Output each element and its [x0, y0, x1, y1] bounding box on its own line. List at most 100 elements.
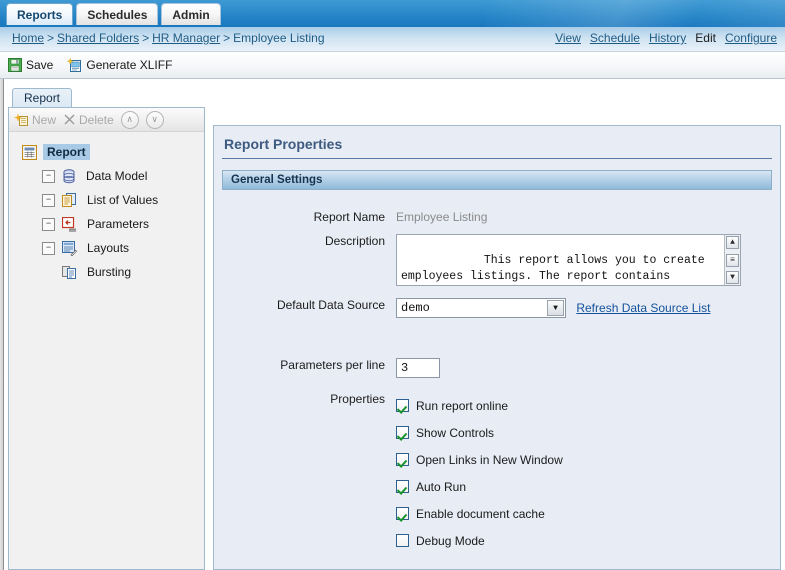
tree-node-report[interactable]: Report [9, 140, 204, 164]
field-row-properties: Properties Run report online Show Contro… [214, 392, 780, 554]
application-window: Reports Schedules Admin Home>Shared Fold… [0, 0, 785, 570]
checkbox-row-auto-run[interactable]: Auto Run [396, 473, 780, 500]
breadcrumb-separator: > [223, 31, 230, 45]
data-source-select[interactable]: demo ▼ [396, 298, 566, 318]
params-per-line-input[interactable]: 3 [396, 358, 440, 378]
action-link-view[interactable]: View [555, 31, 581, 45]
breadcrumb-item-employee-listing: Employee Listing [233, 31, 324, 45]
breadcrumb: Home>Shared Folders>HR Manager>Employee … [12, 31, 325, 45]
checkbox-label: Show Controls [416, 426, 494, 440]
checkbox-label: Enable document cache [416, 507, 545, 521]
action-link-schedule[interactable]: Schedule [590, 31, 640, 45]
tree-node-bursting[interactable]: Bursting [9, 260, 204, 284]
checkbox-row-run-report-online[interactable]: Run report online [396, 392, 780, 419]
description-textarea[interactable]: This report allows you to create employe… [396, 234, 741, 286]
global-tab-schedules[interactable]: Schedules [76, 3, 158, 25]
action-link-edit: Edit [695, 31, 716, 45]
checkbox-row-open-links-new-window[interactable]: Open Links in New Window [396, 446, 780, 473]
checkbox-show-controls[interactable] [396, 426, 409, 439]
left-gutter [0, 79, 4, 570]
tree-expander[interactable]: − [42, 170, 55, 183]
data-source-label: Default Data Source [214, 298, 396, 312]
bursting-icon [62, 265, 77, 280]
tree-delete-button[interactable]: Delete [63, 113, 114, 127]
tree-new-button[interactable]: New [14, 113, 56, 127]
tree-node-label: Layouts [83, 240, 133, 256]
report-name-label: Report Name [214, 210, 396, 224]
parameters-icon [62, 217, 77, 232]
scroll-down-icon[interactable]: ▼ [726, 271, 739, 284]
report-name-value: Employee Listing [396, 210, 487, 224]
field-row-params-per-line: Parameters per line 3 [214, 358, 780, 378]
chevron-down-icon[interactable]: ▼ [547, 300, 564, 316]
tree-expander[interactable]: − [42, 242, 55, 255]
checkbox-label: Open Links in New Window [416, 453, 563, 467]
checkbox-row-debug-mode[interactable]: Debug Mode [396, 527, 780, 554]
report-tree-panel: New Delete ∧ ∨ [8, 107, 205, 570]
breadcrumb-item-home[interactable]: Home [12, 31, 44, 45]
checkbox-auto-run[interactable] [396, 480, 409, 493]
breadcrumb-item-shared-folders[interactable]: Shared Folders [57, 31, 139, 45]
tree-expander[interactable]: − [42, 194, 55, 207]
chevron-up-circle-icon[interactable]: ∧ [121, 111, 139, 129]
checkbox-label: Debug Mode [416, 534, 485, 548]
checkbox-run-report-online[interactable] [396, 399, 409, 412]
delete-scissors-icon [63, 113, 76, 126]
tree-node-data-model[interactable]: − Data Model [9, 164, 204, 188]
layouts-icon [62, 241, 77, 256]
data-source-value: demo [401, 301, 430, 315]
refresh-data-source-list-link[interactable]: Refresh Data Source List [576, 301, 710, 315]
action-link-group: View Schedule History Edit Configure [546, 31, 777, 45]
general-settings-label: General Settings [231, 174, 322, 186]
global-tab-admin[interactable]: Admin [161, 3, 220, 25]
generate-xliff-icon [67, 58, 82, 72]
checkbox-debug-mode[interactable] [396, 534, 409, 547]
scroll-up-icon[interactable]: ▲ [726, 236, 739, 249]
global-tab-bar: Reports Schedules Admin [6, 3, 221, 25]
checkbox-label: Run report online [416, 399, 508, 413]
tree-expander[interactable]: − [42, 218, 55, 231]
new-star-icon [14, 113, 29, 127]
title-divider [222, 158, 772, 159]
field-row-report-name: Report Name Employee Listing [214, 210, 780, 224]
general-settings-form: Report Name Employee Listing Description… [214, 210, 780, 554]
tree-node-list-of-values[interactable]: − List of Values [9, 188, 204, 212]
field-row-description: Description This report allows you to cr… [214, 234, 780, 286]
tree-body: Report − Data Model − [9, 133, 204, 569]
tree-node-label: Parameters [83, 216, 153, 232]
data-model-cylinder-icon [62, 169, 76, 184]
checkbox-enable-document-cache[interactable] [396, 507, 409, 520]
tree-node-label: List of Values [83, 192, 162, 208]
breadcrumb-separator: > [142, 31, 149, 45]
description-scrollbar[interactable]: ▲ ≡ ▼ [724, 235, 740, 285]
field-row-data-source: Default Data Source demo ▼ Refresh Data … [214, 298, 780, 318]
general-settings-header: General Settings [222, 170, 772, 190]
report-properties-panel: Report Properties General Settings Repor… [213, 125, 781, 570]
tree-new-label: New [32, 113, 56, 127]
chevron-down-circle-icon[interactable]: ∨ [146, 111, 164, 129]
save-button[interactable]: Save [8, 58, 53, 72]
breadcrumb-bar: Home>Shared Folders>HR Manager>Employee … [0, 27, 785, 52]
checkbox-row-show-controls[interactable]: Show Controls [396, 419, 780, 446]
global-tab-reports[interactable]: Reports [6, 3, 73, 25]
description-label: Description [214, 234, 396, 248]
checkbox-open-links-new-window[interactable] [396, 453, 409, 466]
checkbox-row-enable-document-cache[interactable]: Enable document cache [396, 500, 780, 527]
tab-report[interactable]: Report [12, 88, 72, 107]
action-link-history[interactable]: History [649, 31, 686, 45]
main-toolbar: Save Generate XLIFF [0, 52, 785, 79]
generate-xliff-label: Generate XLIFF [86, 58, 172, 72]
tree-node-layouts[interactable]: − Layouts [9, 236, 204, 260]
checkbox-label: Auto Run [416, 480, 466, 494]
generate-xliff-button[interactable]: Generate XLIFF [67, 58, 172, 72]
save-floppy-icon [8, 58, 22, 72]
tree-node-label: Data Model [82, 168, 151, 184]
tree-toolbar: New Delete ∧ ∨ [9, 108, 204, 132]
action-link-configure[interactable]: Configure [725, 31, 777, 45]
save-label: Save [26, 58, 53, 72]
breadcrumb-item-hr-manager[interactable]: HR Manager [152, 31, 220, 45]
sub-tab-bar: Report [0, 88, 785, 108]
scrollbar-thumb[interactable]: ≡ [726, 254, 739, 267]
banner-sheen [485, 0, 785, 27]
tree-node-parameters[interactable]: − Parameters [9, 212, 204, 236]
